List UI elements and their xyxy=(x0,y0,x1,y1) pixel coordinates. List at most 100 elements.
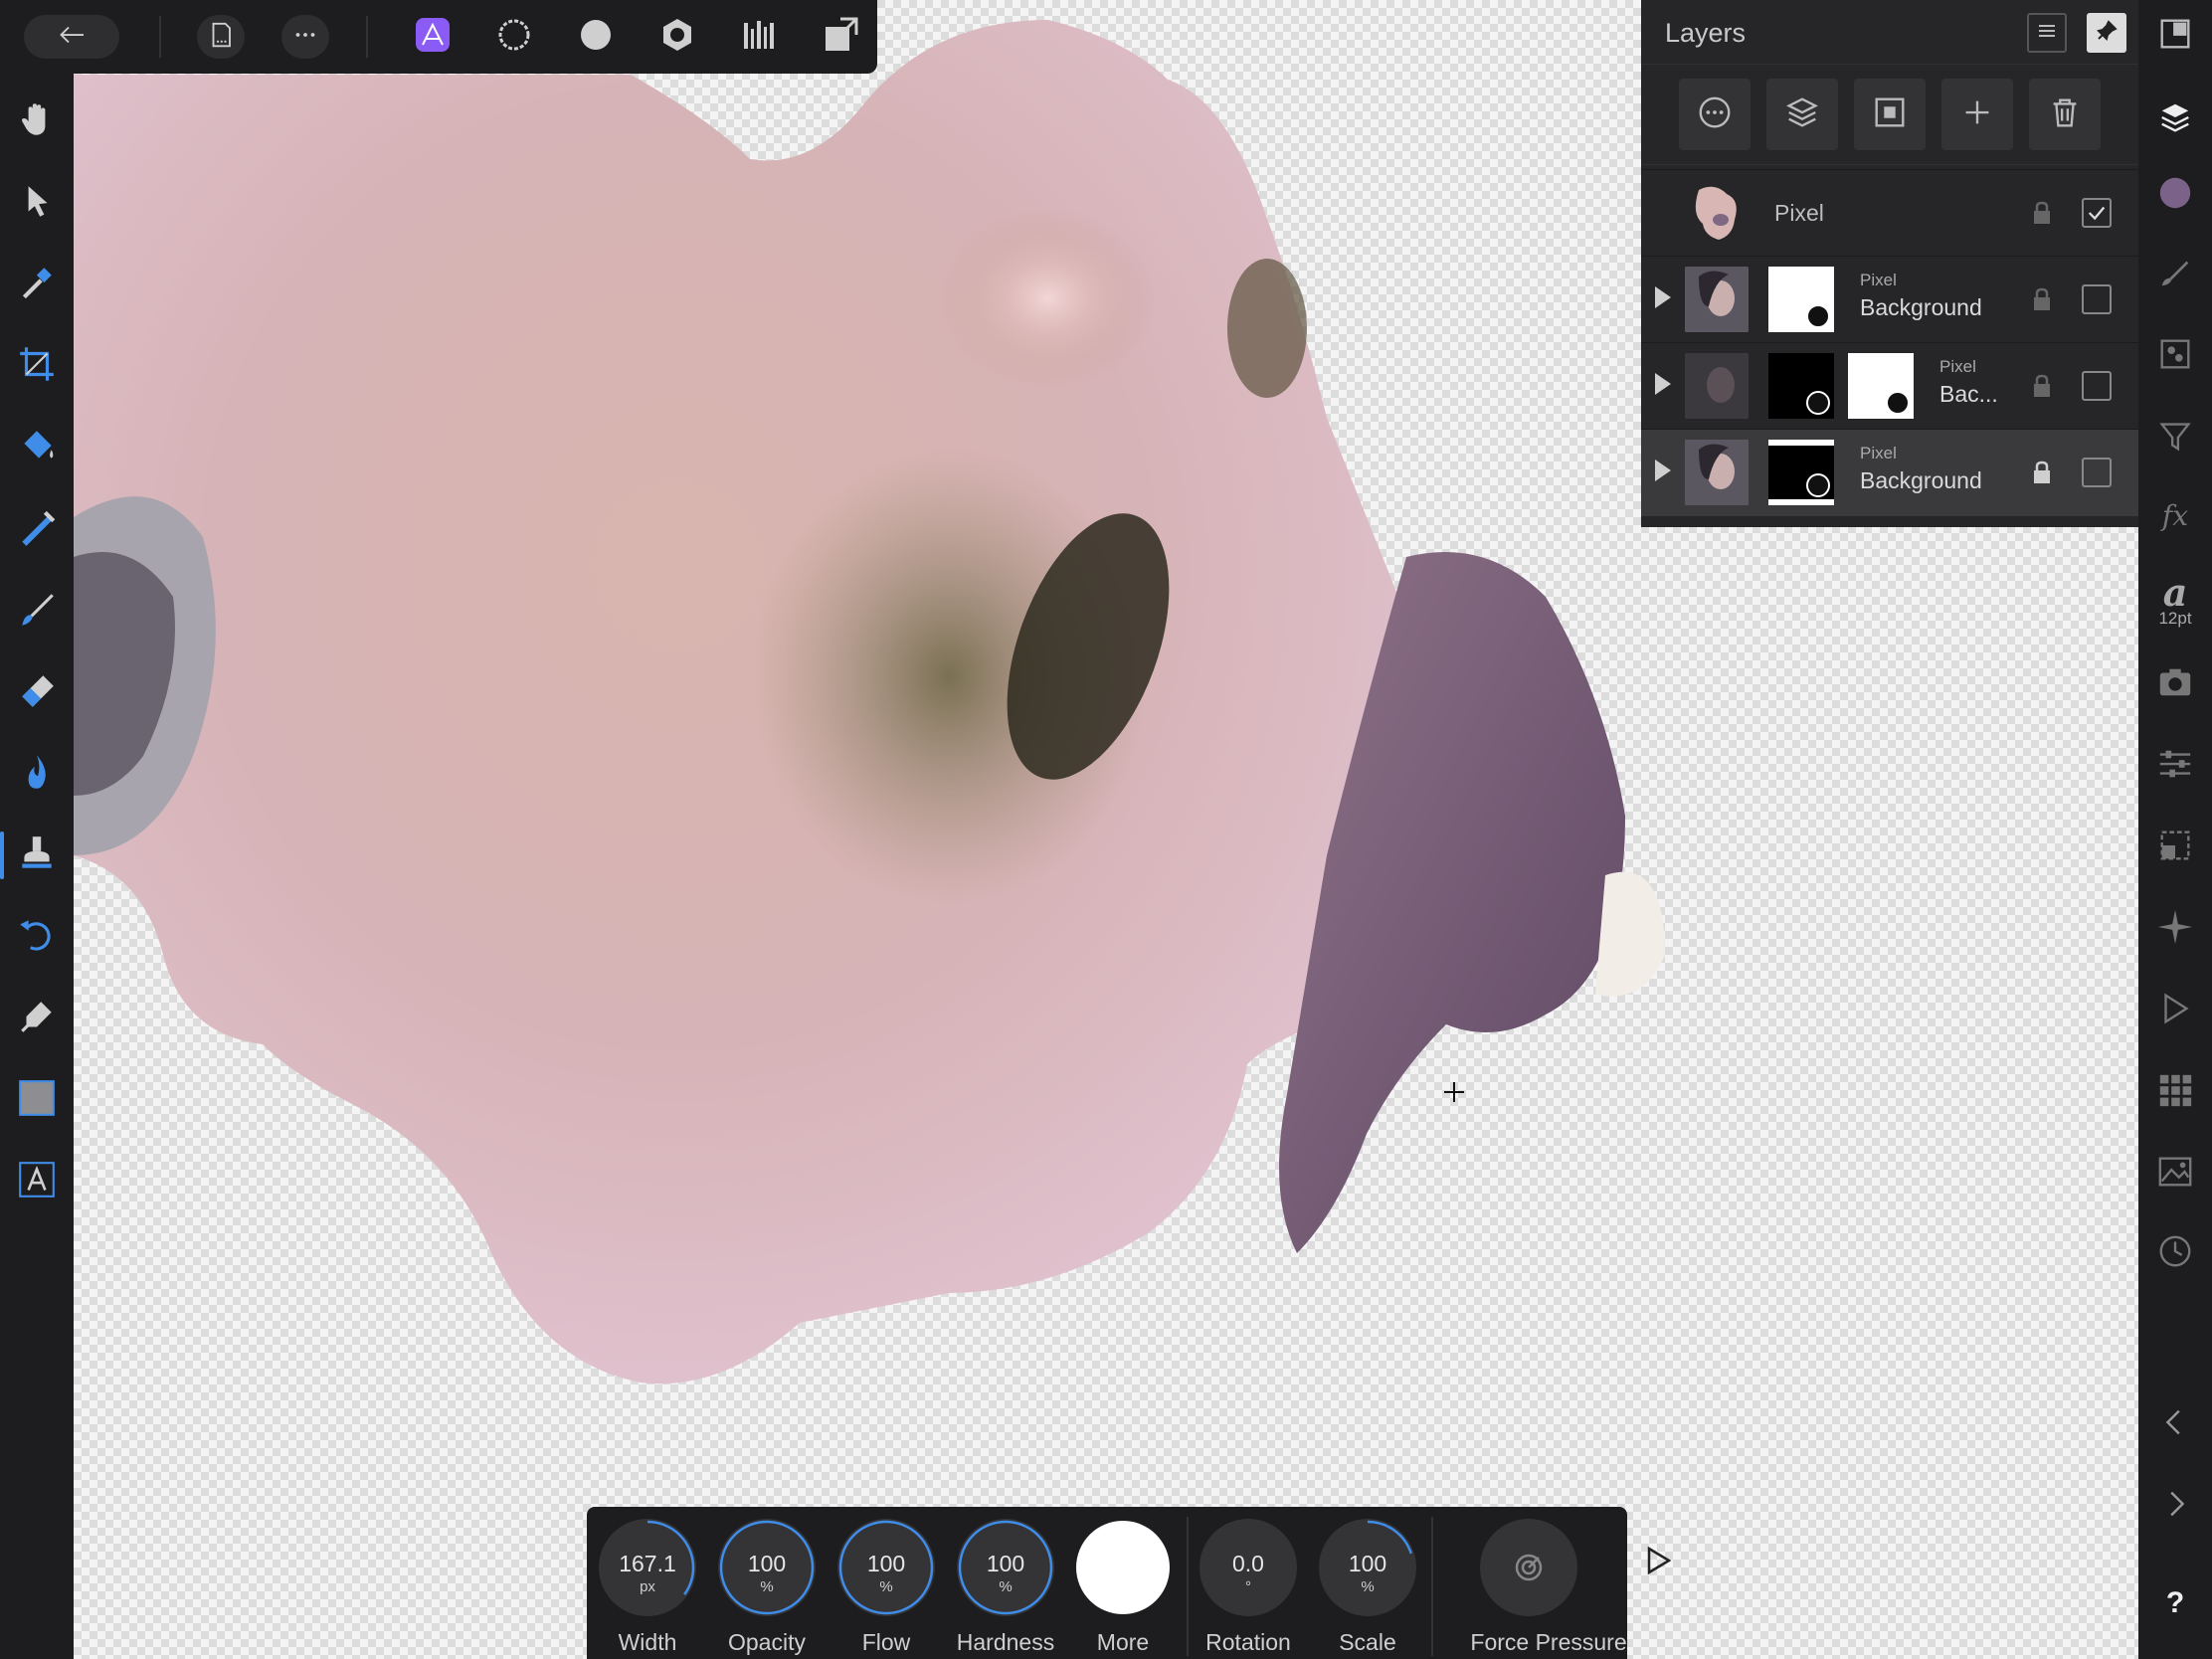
export-persona-button[interactable] xyxy=(735,15,783,59)
lock-icon[interactable] xyxy=(2031,286,2053,312)
flow-unit: % xyxy=(879,1578,893,1595)
layer-row[interactable]: Pixel xyxy=(1641,169,2138,257)
expand-arrow-icon[interactable] xyxy=(1655,460,1671,481)
visibility-checkbox[interactable] xyxy=(2082,458,2112,487)
layer-row[interactable]: Pixel Background xyxy=(1641,256,2138,343)
crop-icon xyxy=(16,343,58,390)
chevron-right-icon xyxy=(2156,1485,2194,1528)
flame-icon xyxy=(16,751,58,798)
help-button[interactable]: ? xyxy=(2147,1575,2203,1631)
share-icon xyxy=(821,15,860,60)
layer-name: Background xyxy=(1860,467,1982,493)
opacity-unit: % xyxy=(760,1578,774,1595)
lock-icon[interactable] xyxy=(2031,460,2053,485)
channels-studio-button[interactable] xyxy=(2147,328,2203,384)
layer-type: Pixel xyxy=(1860,271,1897,289)
collapse-right-button[interactable] xyxy=(2147,1478,2203,1534)
adjustments-studio-button[interactable] xyxy=(2147,410,2203,465)
more-button[interactable] xyxy=(1076,1521,1170,1614)
liquify-persona-button[interactable] xyxy=(490,15,538,59)
shape-tool[interactable] xyxy=(9,1072,65,1128)
color-studio-button[interactable] xyxy=(2147,167,2203,223)
compass-icon xyxy=(2156,908,2194,951)
play-icon[interactable] xyxy=(1643,1545,1673,1576)
clone-brush-tool[interactable] xyxy=(0,828,65,883)
flow-dial[interactable]: 100 % xyxy=(837,1519,935,1616)
history-studio-button[interactable] xyxy=(2147,1225,2203,1281)
panel-menu-button[interactable] xyxy=(2027,13,2067,53)
rotation-dial[interactable]: 0.0 ° xyxy=(1199,1519,1297,1616)
more-button[interactable] xyxy=(281,15,329,59)
hardness-dial[interactable]: 100 % xyxy=(957,1519,1054,1616)
text-tool[interactable] xyxy=(9,1154,65,1209)
transform-studio-button[interactable] xyxy=(2147,738,2203,794)
library-studio-button[interactable] xyxy=(2147,1064,2203,1120)
force-pressure-button[interactable] xyxy=(1480,1519,1577,1616)
color-picker-tool[interactable] xyxy=(9,257,65,312)
scale-dial[interactable]: 100 % xyxy=(1319,1519,1416,1616)
undo-brush-tool[interactable] xyxy=(9,909,65,965)
visibility-checkbox[interactable] xyxy=(2082,284,2112,314)
rotation-label: Rotation xyxy=(1205,1629,1291,1655)
layers-panel: Layers Pixel Pixel Background Pixel Bac.… xyxy=(1641,0,2138,527)
text-studio-button[interactable]: a 12pt xyxy=(2147,565,2203,635)
lock-icon[interactable] xyxy=(2031,200,2053,226)
scale-unit: % xyxy=(1361,1578,1375,1595)
collapse-left-button[interactable] xyxy=(2147,1396,2203,1452)
force-pressure-label: Force Pressure xyxy=(1470,1629,1627,1655)
lock-icon[interactable] xyxy=(2031,373,2053,399)
stock-studio-button[interactable] xyxy=(2147,656,2203,712)
develop-persona-button[interactable] xyxy=(572,15,620,59)
brush-icon xyxy=(2156,254,2194,296)
expand-arrow-icon[interactable] xyxy=(1655,373,1671,395)
brushes-studio-button[interactable] xyxy=(2147,247,2203,302)
ellipsis-circle-icon xyxy=(1696,93,1734,136)
pin-icon xyxy=(2095,19,2119,48)
paint-brush-tool[interactable] xyxy=(9,583,65,639)
add-mask-button[interactable] xyxy=(1854,79,1926,150)
crop-tool[interactable] xyxy=(9,338,65,394)
selection-studio-button[interactable] xyxy=(2147,820,2203,875)
grid-icon xyxy=(2156,1071,2194,1114)
flood-fill-tool[interactable] xyxy=(9,420,65,475)
layer-stack-button[interactable] xyxy=(1766,79,1838,150)
effects-studio-button[interactable]: fx xyxy=(2147,487,2203,543)
channels-icon xyxy=(2156,335,2194,378)
hamburger-icon xyxy=(2035,19,2059,48)
snapping-studio-button[interactable] xyxy=(2147,901,2203,957)
share-button[interactable] xyxy=(817,15,864,59)
burn-brush-tool[interactable] xyxy=(9,746,65,802)
photo-persona-button[interactable] xyxy=(409,15,457,59)
width-dial[interactable]: 167.1 px xyxy=(599,1519,696,1616)
color-swatch-icon xyxy=(2156,174,2194,217)
navigator-button[interactable] xyxy=(2147,8,2203,64)
tone-mapping-persona-button[interactable] xyxy=(653,15,701,59)
move-tool[interactable] xyxy=(9,175,65,231)
opacity-dial[interactable]: 100 % xyxy=(718,1519,816,1616)
layer-thumbnail xyxy=(1685,267,1749,332)
view-tool[interactable] xyxy=(9,93,65,149)
selection-brush-tool[interactable] xyxy=(9,501,65,557)
erase-brush-tool[interactable] xyxy=(9,664,65,720)
pin-panel-button[interactable] xyxy=(2087,13,2126,53)
photos-studio-button[interactable] xyxy=(2147,1146,2203,1201)
back-button[interactable] xyxy=(24,15,119,59)
pen-tool[interactable] xyxy=(9,991,65,1046)
hardness-unit: % xyxy=(999,1578,1013,1595)
delete-layer-button[interactable] xyxy=(2029,79,2101,150)
expand-arrow-icon[interactable] xyxy=(1655,286,1671,308)
layer-row[interactable]: Pixel Bac... xyxy=(1641,342,2138,430)
macro-studio-button[interactable] xyxy=(2147,983,2203,1038)
more-label: More xyxy=(1096,1629,1150,1655)
add-layer-button[interactable] xyxy=(1941,79,2013,150)
left-toolbar xyxy=(0,74,74,1659)
layer-options-button[interactable] xyxy=(1679,79,1751,150)
visibility-checkbox[interactable] xyxy=(2082,371,2112,401)
layers-studio-button[interactable] xyxy=(2147,92,2203,147)
document-button[interactable] xyxy=(197,15,245,59)
opacity-value: 100 xyxy=(747,1551,787,1576)
visibility-checkbox[interactable] xyxy=(2082,198,2112,228)
layer-row[interactable]: Pixel Background xyxy=(1641,429,2138,516)
layer-type: Pixel xyxy=(1939,357,1976,376)
layer-type: Pixel xyxy=(1860,444,1897,462)
